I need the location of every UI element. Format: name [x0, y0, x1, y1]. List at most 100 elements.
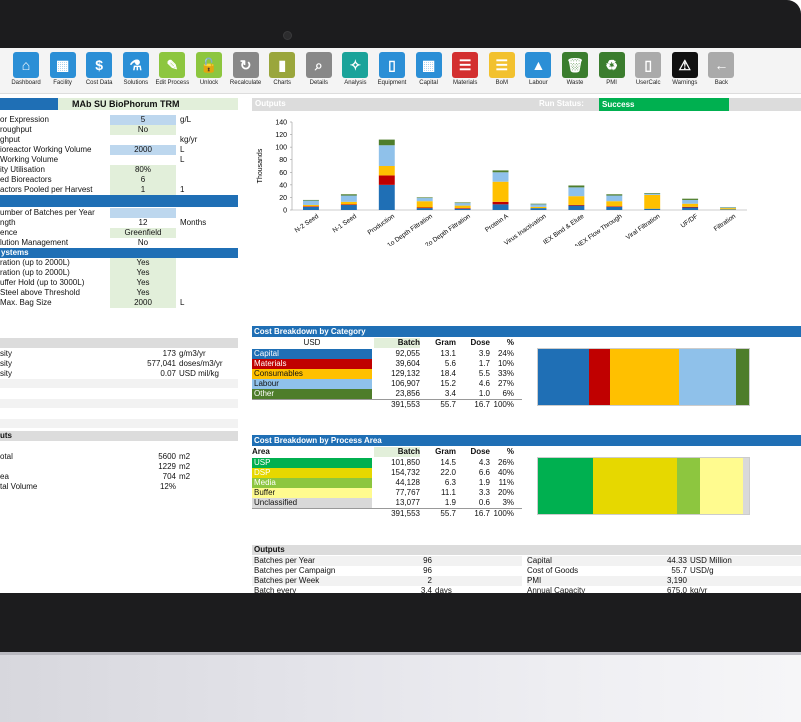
edit-icon: ✎	[159, 52, 186, 78]
toolbar-button-edit-process[interactable]: ✎ Edit Process	[152, 52, 192, 94]
breakdown-column-header: Batch	[374, 338, 420, 348]
recalculate-icon: ↻	[232, 52, 259, 78]
toolbar-button-analysis[interactable]: ✧ Analysis	[335, 52, 375, 94]
input-value[interactable]: Yes	[110, 288, 176, 298]
output-label: Batches per Year	[254, 556, 315, 565]
toolbar-button-label: Capital	[419, 80, 438, 86]
input-unit	[180, 165, 236, 175]
input-value[interactable]	[110, 208, 176, 218]
breakdown-total-cell: 16.7	[474, 509, 490, 518]
density-label: sity	[0, 359, 12, 368]
input-value[interactable]: No	[110, 238, 176, 248]
y-tick-label: 20	[279, 195, 287, 202]
bar-segment	[644, 208, 661, 210]
input-value[interactable]: Greenfield	[110, 228, 176, 238]
input-label: roughput	[0, 125, 32, 134]
input-row: ioreactor Working Volume 2000 L	[0, 145, 238, 155]
usercalc-icon: ▯	[635, 52, 662, 78]
bar-segment	[606, 195, 623, 202]
toolbar-button-facility[interactable]: ▦ Facility	[43, 52, 83, 94]
input-value[interactable]: 1	[110, 185, 176, 195]
input-value[interactable]: Yes	[110, 258, 176, 268]
toolbar-button-label: Cost Data	[85, 80, 113, 86]
input-value[interactable]: 2000	[110, 145, 176, 155]
y-tick-label: 40	[279, 182, 287, 189]
toolbar-button-recalculate[interactable]: ↻ Recalculate	[226, 52, 266, 94]
toolbar-button-capital[interactable]: ▦ Capital	[409, 52, 449, 94]
facility-row: tal Volume 12%	[0, 482, 238, 492]
toolbar-button-solutions[interactable]: ⚗ Solutions	[116, 52, 156, 94]
bar-segment	[416, 198, 433, 202]
toolbar-button-label: Details	[309, 80, 328, 86]
output-value: 3,190	[666, 576, 687, 585]
input-label: or Expression	[0, 115, 49, 124]
breakdown-row: Materials 39,604 5.6 1.7 10%	[252, 359, 522, 369]
input-row: Working Volume L	[0, 155, 238, 165]
share-segment	[538, 349, 589, 405]
breakdown-row-label: DSP	[252, 468, 372, 478]
input-value[interactable]	[110, 155, 176, 165]
input-value[interactable]: 6	[110, 175, 176, 185]
toolbar-button-dashboard[interactable]: ⌂ Dashboard	[6, 52, 46, 94]
bar-segment	[492, 172, 509, 182]
share-segment	[736, 349, 749, 405]
toolbar-button-materials[interactable]: ☰ Materials	[445, 52, 485, 94]
toolbar-button-label: Equipment	[377, 80, 407, 86]
density-row: sity 0.07 USD mil/kg	[0, 369, 238, 379]
input-unit	[180, 125, 236, 135]
facility-value: 704	[162, 472, 176, 481]
input-value[interactable]: 80%	[110, 165, 176, 175]
breakdown-total-cell: 100%	[493, 509, 514, 518]
input-label: ration (up to 2000L)	[0, 268, 70, 277]
share-segment	[592, 458, 678, 514]
input-row: ngth 12 Months	[0, 218, 238, 228]
bar-segment	[416, 197, 433, 199]
breakdown-cell: 3.3	[478, 488, 490, 497]
factory-icon: ▦	[49, 52, 76, 78]
breakdown-cell: 92,055	[395, 349, 420, 358]
breakdown-column-header: %	[506, 447, 514, 456]
input-unit	[180, 288, 236, 298]
toolbar-button-label: Unlock	[199, 80, 219, 86]
bar-segment	[492, 181, 509, 202]
input-value[interactable]: Yes	[110, 278, 176, 288]
outputs-header: Outputs	[252, 545, 801, 555]
bar-segment	[568, 196, 585, 205]
input-value[interactable]: Yes	[110, 268, 176, 278]
toolbar-button-charts[interactable]: ▮ Charts	[262, 52, 302, 94]
input-value[interactable]: 2000	[110, 298, 176, 308]
toolbar-button-unlock[interactable]: 🔓 Unlock	[189, 52, 229, 94]
bar-segment	[682, 199, 699, 204]
toolbar-button-equipment[interactable]: ▯ Equipment	[372, 52, 412, 94]
toolbar-button-bom[interactable]: ☰ BoM	[482, 52, 522, 94]
bar-segment	[302, 206, 319, 207]
breakdown-row-label: Unclassified	[252, 498, 372, 508]
share-segment	[700, 458, 743, 514]
toolbar-button-pmi[interactable]: ♻ PMI	[592, 52, 632, 94]
input-value[interactable]: 5	[110, 115, 176, 125]
toolbar-button-label: Facility	[53, 80, 72, 86]
toolbar-button-back[interactable]: ← Back	[701, 52, 741, 94]
input-value[interactable]	[110, 135, 176, 145]
output-row: PMI 3,190	[527, 576, 801, 586]
toolbar-button-details[interactable]: ⌕ Details	[299, 52, 339, 94]
input-row: or Expression 5 g/L	[0, 115, 238, 125]
input-label: uffer Hold (up to 3000L)	[0, 278, 85, 287]
vessel-icon: ▯	[379, 52, 405, 78]
toolbar-button-waste[interactable]: 🗑 Waste	[555, 52, 595, 94]
input-value[interactable]: No	[110, 125, 176, 135]
toolbar-button-usercalc[interactable]: ▯ UserCalc	[628, 52, 668, 94]
output-unit	[435, 576, 475, 586]
magnifier-icon: ⌕	[305, 52, 332, 78]
y-tick-label: 60	[279, 170, 287, 177]
toolbar-button-cost-data[interactable]: $ Cost Data	[79, 52, 119, 94]
breakdown-cell: 4.3	[478, 458, 490, 467]
input-label: ed Bioreactors	[0, 175, 52, 184]
camera-dot	[283, 31, 292, 40]
input-value[interactable]: 12	[110, 218, 176, 228]
toolbar-button-labour[interactable]: ▲ Labour	[518, 52, 558, 94]
toolbar-button-warnings[interactable]: ⚠ Warnings	[665, 52, 705, 94]
labour-icon: ▲	[525, 52, 552, 78]
y-tick-label: 140	[275, 120, 287, 127]
bar-segment	[454, 208, 471, 210]
